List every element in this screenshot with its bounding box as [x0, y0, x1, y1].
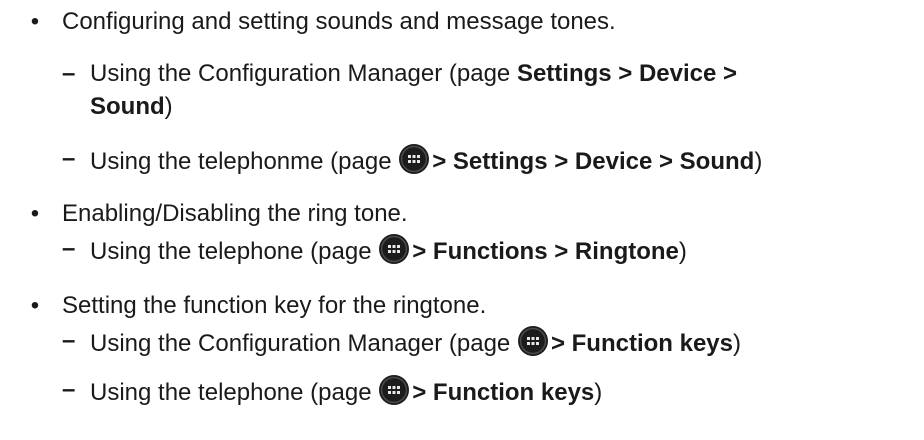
subitem-text: Using the telephone (page > Function key… — [90, 374, 602, 409]
list-item-text: Enabling/Disabling the ring tone. — [62, 200, 408, 227]
document-page: • Configuring and setting sounds and mes… — [0, 0, 924, 440]
bullet: • — [30, 200, 40, 227]
bullet: • — [30, 8, 40, 35]
subitem-text: Using the Configuration Manager (page Se… — [90, 60, 738, 87]
subitem-text: Using the telephonme (page > Settings > … — [90, 143, 762, 178]
subitem-text: Using the Configuration Manager (page > … — [90, 325, 741, 360]
subitem-text-continued: Sound) — [90, 93, 173, 120]
subitem-text: Using the telephone (page > Functions > … — [90, 233, 687, 268]
list-item-text: Configuring and setting sounds and messa… — [62, 8, 616, 35]
list-item-text: Setting the function key for the rington… — [62, 292, 487, 319]
app-menu-icon — [398, 143, 430, 175]
app-menu-icon — [517, 325, 549, 357]
bullet: • — [30, 292, 40, 319]
app-menu-icon — [378, 374, 410, 406]
app-menu-icon — [378, 233, 410, 265]
